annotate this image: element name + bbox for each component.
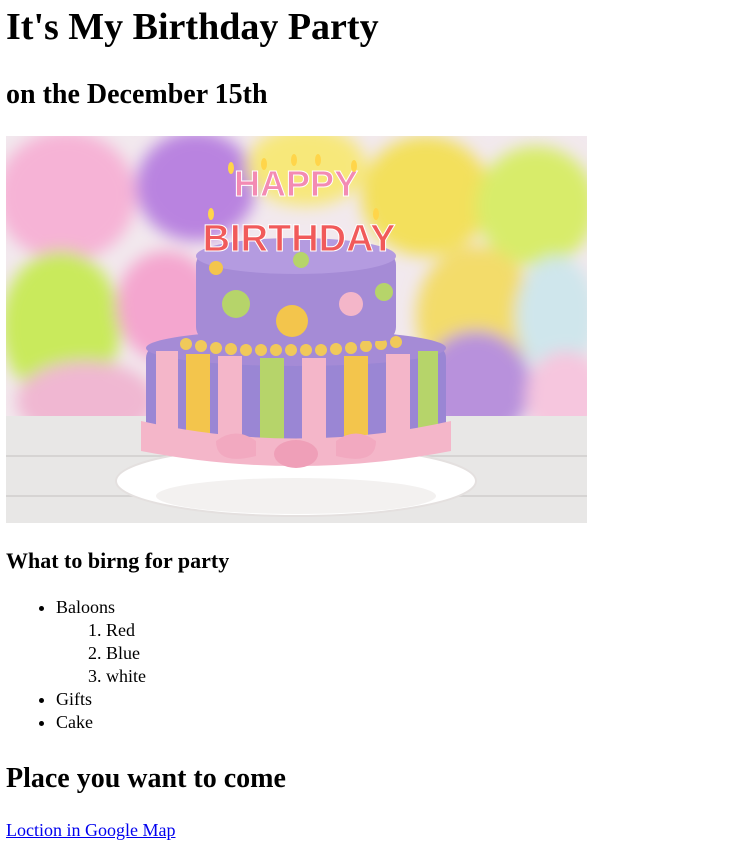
list-item: Cake	[56, 711, 146, 734]
place-heading: Place you want to come	[6, 763, 286, 794]
list-item: white	[106, 665, 146, 688]
page-title: It's My Birthday Party	[6, 6, 379, 48]
balloon-color-list: Red Blue white	[56, 619, 146, 688]
bring-list-heading: What to birng for party	[6, 548, 230, 573]
party-date-heading: on the December 15th	[6, 79, 268, 110]
list-item: Gifts	[56, 688, 146, 711]
cake-topper-birthday: BIRTHDAY	[203, 218, 396, 260]
bring-list: Baloons Red Blue white Gifts Cake	[16, 596, 146, 734]
google-map-link[interactable]: Loction in Google Map	[6, 819, 175, 842]
cake-topper-happy: HAPPY	[234, 163, 358, 204]
list-item: Red	[106, 619, 146, 642]
page: It's My Birthday Party on the December 1…	[0, 0, 755, 847]
birthday-cake-image: HAPPY BIRTHDAY	[6, 136, 587, 523]
list-item-label: Baloons	[56, 597, 116, 617]
list-item: Blue	[106, 642, 146, 665]
list-item: Baloons Red Blue white	[56, 596, 146, 688]
